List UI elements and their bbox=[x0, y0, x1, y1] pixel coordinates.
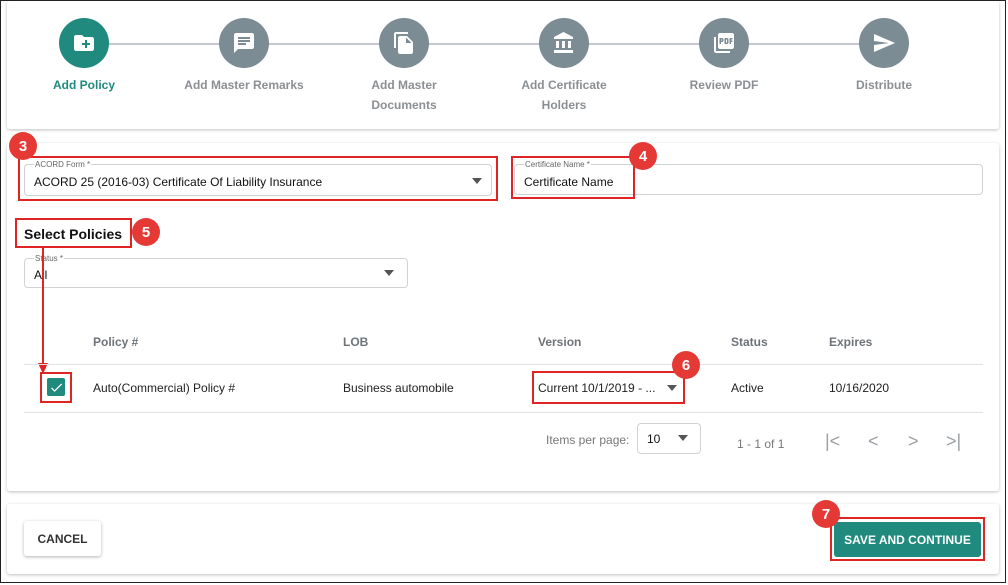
bank-icon bbox=[539, 18, 589, 68]
callout-badge-6: 6 bbox=[672, 351, 700, 379]
step-add-policy[interactable]: Add Policy bbox=[4, 18, 164, 95]
callout-box-checkbox bbox=[40, 372, 72, 403]
chevron-down-icon bbox=[384, 270, 394, 276]
next-page-icon[interactable]: > bbox=[908, 431, 919, 452]
column-header-status[interactable]: Status bbox=[731, 335, 768, 349]
cell-lob: Business automobile bbox=[343, 381, 454, 395]
callout-box-7 bbox=[830, 517, 985, 561]
callout-box-5 bbox=[15, 218, 132, 248]
items-per-page-select[interactable]: 10 bbox=[637, 423, 701, 454]
items-per-page-value: 10 bbox=[647, 432, 661, 446]
callout-badge-3: 3 bbox=[9, 132, 37, 160]
step-label: Distribute bbox=[855, 78, 912, 92]
documents-icon bbox=[379, 18, 429, 68]
step-label: Add Policy bbox=[52, 78, 115, 92]
step-review-pdf[interactable]: Review PDF bbox=[644, 18, 804, 95]
pdf-icon bbox=[699, 18, 749, 68]
header-divider bbox=[24, 364, 983, 365]
callout-badge-4: 4 bbox=[629, 142, 657, 170]
callout-badge-5: 5 bbox=[132, 218, 160, 246]
step-label: Add Master Documents bbox=[371, 78, 437, 112]
pagination-range: 1 - 1 of 1 bbox=[737, 437, 785, 451]
send-icon bbox=[859, 18, 909, 68]
comment-icon bbox=[219, 18, 269, 68]
column-header-lob[interactable]: LOB bbox=[343, 335, 368, 349]
step-distribute[interactable]: Distribute bbox=[804, 18, 964, 95]
previous-page-icon[interactable]: < bbox=[868, 431, 879, 452]
cell-expires: 10/16/2020 bbox=[829, 381, 890, 395]
callout-box-4 bbox=[511, 156, 635, 199]
cancel-button[interactable]: CANCEL bbox=[24, 521, 101, 556]
status-select[interactable]: Status * All bbox=[24, 254, 408, 288]
callout-badge-7: 7 bbox=[812, 500, 840, 528]
items-per-page-label: Items per page: bbox=[546, 433, 630, 447]
step-label: Add Master Remarks bbox=[184, 78, 304, 92]
step-label: Add Certificate Holders bbox=[521, 78, 607, 112]
step-label: Review PDF bbox=[689, 78, 759, 92]
callout-box-6 bbox=[532, 371, 685, 404]
callout-box-3 bbox=[18, 156, 498, 201]
chevron-down-icon bbox=[678, 435, 688, 441]
column-header-expires[interactable]: Expires bbox=[829, 335, 872, 349]
first-page-icon[interactable]: |< bbox=[825, 431, 840, 452]
row-divider bbox=[24, 412, 983, 413]
column-header-policy[interactable]: Policy # bbox=[93, 335, 138, 349]
cell-status: Active bbox=[731, 381, 764, 395]
folder-add-icon bbox=[59, 18, 109, 68]
app-frame: Add Policy Add Master Remarks Add Master… bbox=[0, 0, 1006, 583]
step-add-master-remarks[interactable]: Add Master Remarks bbox=[164, 18, 324, 95]
last-page-icon[interactable]: >| bbox=[946, 431, 961, 452]
step-add-master-documents[interactable]: Add Master Documents bbox=[324, 18, 484, 115]
cell-policy: Auto(Commercial) Policy # bbox=[93, 381, 236, 395]
column-header-version[interactable]: Version bbox=[538, 335, 581, 349]
callout-arrow bbox=[38, 247, 48, 374]
step-add-certificate-holders[interactable]: Add Certificate Holders bbox=[484, 18, 644, 115]
